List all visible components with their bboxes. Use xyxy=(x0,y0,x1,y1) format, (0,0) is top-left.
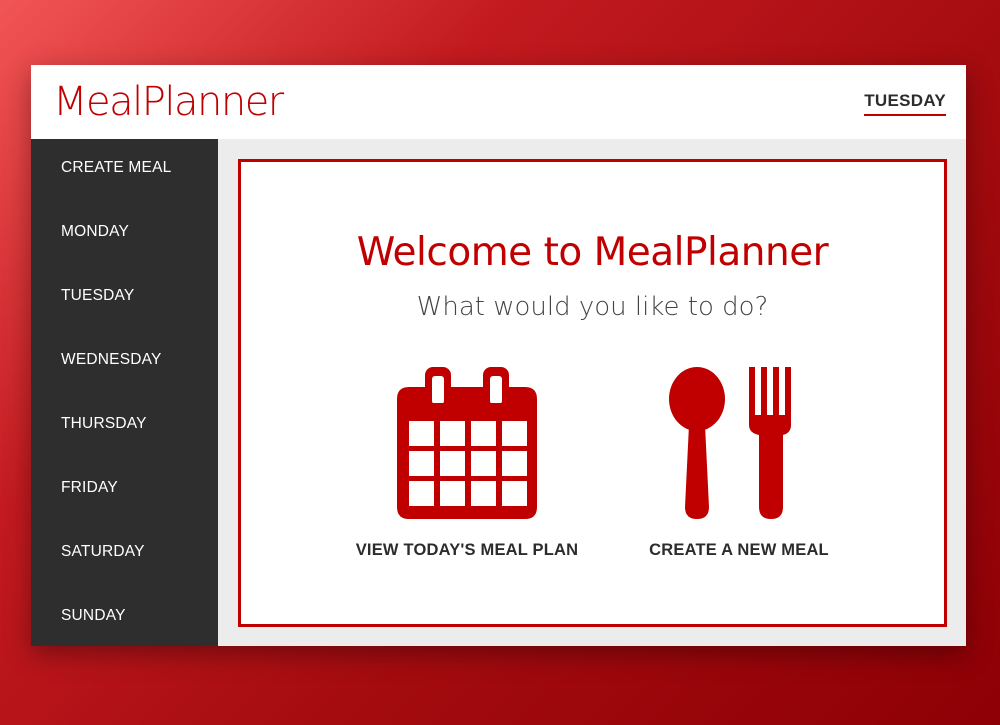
welcome-heading: Welcome to MealPlanner xyxy=(356,230,829,275)
current-day-link[interactable]: TUESDAY xyxy=(864,91,946,116)
sidebar: CREATE MEAL MONDAY TUESDAY WEDNESDAY THU… xyxy=(31,139,218,646)
sidebar-item-sunday[interactable]: SUNDAY xyxy=(61,607,126,625)
brand-logo[interactable]: MealPlanner xyxy=(53,77,284,127)
spoon-fork-icon xyxy=(669,367,791,519)
sidebar-item-wednesday[interactable]: WEDNESDAY xyxy=(61,351,162,369)
welcome-subtitle: What would you like to do? xyxy=(416,292,769,322)
app-window: MealPlanner TUESDAY CREATE MEAL MONDAY T… xyxy=(31,65,966,646)
sidebar-item-monday[interactable]: MONDAY xyxy=(61,223,129,241)
sidebar-item-tuesday[interactable]: TUESDAY xyxy=(61,287,134,305)
view-todays-meal-plan-button[interactable]: VIEW TODAY'S MEAL PLAN xyxy=(351,367,583,559)
calendar-icon xyxy=(397,367,537,519)
sidebar-item-friday[interactable]: FRIDAY xyxy=(61,479,118,497)
welcome-card: Welcome to MealPlanner What would you li… xyxy=(238,159,947,627)
header: MealPlanner TUESDAY xyxy=(31,65,966,139)
create-new-meal-button[interactable]: CREATE A NEW MEAL xyxy=(643,367,835,559)
sidebar-item-thursday[interactable]: THURSDAY xyxy=(61,415,147,433)
create-new-meal-label: CREATE A NEW MEAL xyxy=(649,541,829,559)
view-todays-meal-plan-label: VIEW TODAY'S MEAL PLAN xyxy=(355,541,579,559)
sidebar-item-saturday[interactable]: SATURDAY xyxy=(61,543,145,561)
sidebar-item-create-meal[interactable]: CREATE MEAL xyxy=(61,159,171,177)
